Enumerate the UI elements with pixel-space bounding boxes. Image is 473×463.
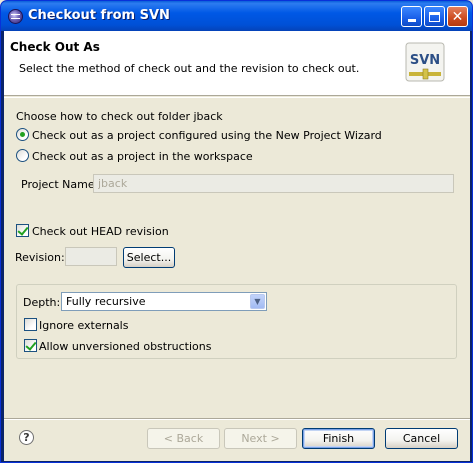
window-title: Checkout from SVN <box>28 8 170 23</box>
eclipse-icon[interactable] <box>8 9 23 24</box>
allow-unversioned-label[interactable]: Allow unversioned obstructions <box>39 340 211 353</box>
page-description: Select the method of check out and the r… <box>19 62 360 75</box>
radio-wizard-label[interactable]: Check out as a project configured using … <box>32 129 382 142</box>
allow-unversioned-checkbox[interactable] <box>24 339 37 352</box>
help-icon[interactable]: ? <box>19 430 34 445</box>
svg-text:SVN: SVN <box>410 53 440 68</box>
finish-button[interactable]: Finish <box>302 428 375 449</box>
chevron-down-icon[interactable]: ▼ <box>250 294 265 309</box>
ignore-externals-checkbox[interactable] <box>24 318 37 331</box>
depth-label: Depth: <box>23 296 61 309</box>
radio-workspace[interactable] <box>16 149 29 162</box>
minimize-icon <box>407 19 416 22</box>
project-name-input[interactable] <box>93 174 454 193</box>
svn-icon: SVN <box>405 42 445 82</box>
select-revision-button[interactable]: Select... <box>123 247 175 268</box>
minimize-button[interactable] <box>401 6 422 27</box>
title-bar[interactable]: Checkout from SVN ✕ <box>1 1 472 31</box>
wizard-banner: Check Out As Select the method of check … <box>4 31 470 96</box>
radio-workspace-label[interactable]: Check out as a project in the workspace <box>32 150 253 163</box>
maximize-button[interactable] <box>424 6 445 27</box>
next-button[interactable]: Next > <box>224 428 297 449</box>
revision-label: Revision: <box>15 251 65 264</box>
revision-input[interactable] <box>65 247 117 266</box>
head-revision-label[interactable]: Check out HEAD revision <box>32 225 169 238</box>
cancel-button[interactable]: Cancel <box>385 428 458 449</box>
project-name-label: Project Name: <box>21 178 99 191</box>
ignore-externals-label[interactable]: Ignore externals <box>39 319 128 332</box>
footer-separator-highlight <box>4 419 470 420</box>
depth-select[interactable]: Fully recursive ▼ <box>61 292 267 311</box>
checkout-heading: Choose how to check out folder jback <box>16 110 223 123</box>
depth-select-value: Fully recursive <box>66 295 146 308</box>
maximize-icon <box>429 11 440 22</box>
head-revision-checkbox[interactable] <box>16 224 29 237</box>
close-icon: ✕ <box>451 8 464 25</box>
close-button[interactable]: ✕ <box>447 6 468 27</box>
dialog-body: Check Out As Select the method of check … <box>4 31 470 461</box>
back-button[interactable]: < Back <box>147 428 220 449</box>
page-title: Check Out As <box>10 40 100 54</box>
radio-wizard[interactable] <box>16 128 29 141</box>
banner-separator <box>4 97 470 98</box>
checkout-dialog-window: Checkout from SVN ✕ Check Out As Select … <box>0 0 473 463</box>
